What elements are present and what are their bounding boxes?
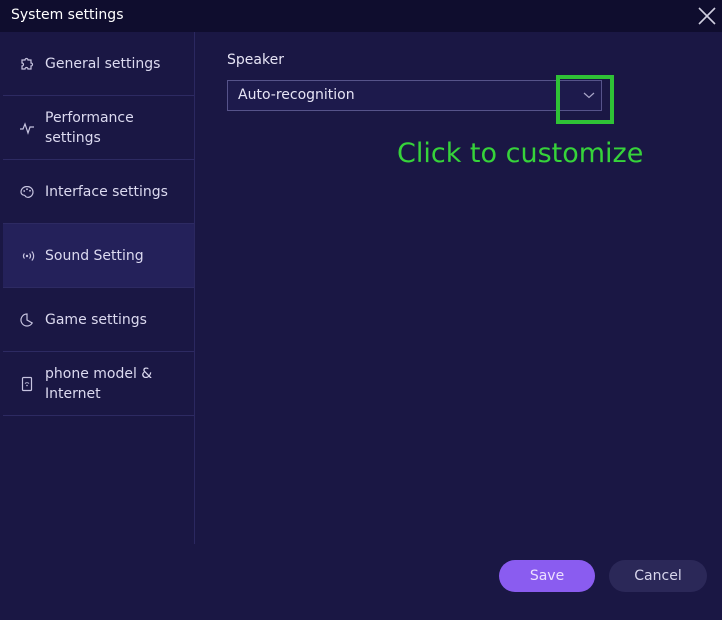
- speaker-select[interactable]: Auto-recognition: [227, 80, 602, 111]
- annotation-text: Click to customize: [397, 138, 644, 169]
- sidebar-item-label: Interface settings: [45, 184, 168, 200]
- palette-icon: [20, 185, 34, 198]
- puzzle-icon: [21, 57, 34, 70]
- save-button[interactable]: Save: [499, 560, 595, 592]
- sidebar-item-sound-setting[interactable]: Sound Setting: [3, 224, 194, 288]
- speaker-select-value: Auto-recognition: [238, 87, 355, 103]
- sidebar-item-label: Performance settings: [45, 110, 134, 146]
- sidebar-item-performance-settings[interactable]: Performance settings: [3, 96, 194, 160]
- window-title: System settings: [11, 7, 124, 23]
- sidebar-item-label: General settings: [45, 56, 161, 72]
- sidebar-item-game-settings[interactable]: Game settings: [3, 288, 194, 352]
- close-button[interactable]: [696, 5, 718, 27]
- title-bar: System settings: [0, 0, 722, 32]
- sidebar-item-label: Sound Setting: [45, 248, 144, 264]
- speaker-label: Speaker: [227, 52, 284, 68]
- pulse-icon: [20, 122, 34, 135]
- sidebar-item-label: phone model & Internet: [45, 366, 153, 402]
- sidebar-item-label: Game settings: [45, 312, 147, 328]
- sidebar-item-interface-settings[interactable]: Interface settings: [3, 160, 194, 224]
- sidebar-divider: [194, 32, 195, 544]
- sidebar-item-general-settings[interactable]: General settings: [3, 32, 194, 96]
- cancel-button[interactable]: Cancel: [609, 560, 707, 592]
- settings-sidebar: General settings Performance settings In…: [3, 32, 194, 544]
- pie-icon: [20, 313, 34, 327]
- sound-waves-icon: [22, 251, 35, 261]
- device-icon: [21, 376, 33, 392]
- close-icon: [698, 7, 716, 25]
- sidebar-item-phone-model-internet[interactable]: phone model & Internet: [3, 352, 194, 416]
- dropdown-highlight-box: [556, 75, 614, 124]
